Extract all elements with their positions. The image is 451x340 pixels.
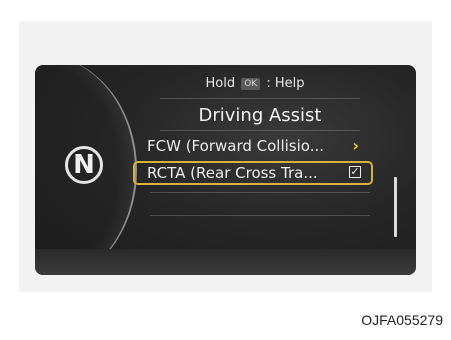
figure-caption: OJFA055279 <box>361 312 443 328</box>
menu-item-fcw[interactable]: FCW (Forward Collisio... › <box>133 134 373 158</box>
chevron-right-icon: › <box>352 136 359 155</box>
ok-key-badge: OK <box>241 78 261 90</box>
help-suffix: : Help <box>266 76 305 91</box>
scrollbar[interactable] <box>394 177 397 237</box>
gear-indicator: N <box>65 146 103 184</box>
menu-item-rcta[interactable]: RCTA (Rear Cross Tra... ✓ <box>133 161 373 185</box>
divider <box>150 192 370 193</box>
gear-label: N <box>73 150 95 180</box>
cluster-display: N Hold OK : Help Driving Assist FCW (For… <box>35 65 416 275</box>
help-hint: Hold OK : Help <box>180 76 330 91</box>
help-prefix: Hold <box>205 76 236 91</box>
divider <box>150 215 370 216</box>
divider <box>160 98 360 99</box>
divider <box>160 130 360 131</box>
menu-item-label: FCW (Forward Collisio... <box>147 137 324 155</box>
checkbox-checked-icon[interactable]: ✓ <box>349 166 361 178</box>
display-bottom-band <box>35 249 416 275</box>
menu-title: Driving Assist <box>198 105 322 126</box>
menu-item-label: RCTA (Rear Cross Tra... <box>147 164 318 182</box>
